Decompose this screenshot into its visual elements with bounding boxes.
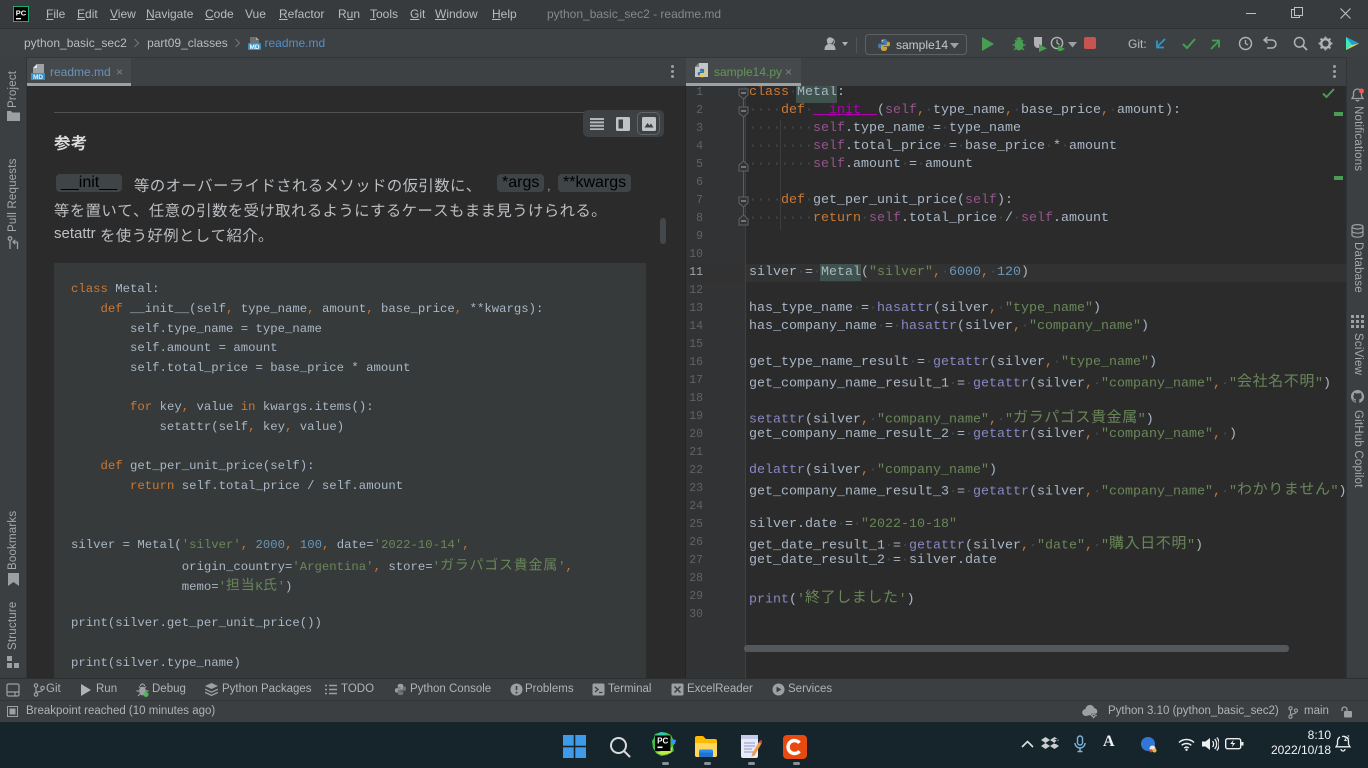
svg-text:PC: PC [657,737,668,746]
svg-text:MD: MD [250,44,260,50]
svg-text:PC: PC [16,9,27,18]
svg-text:z: z [1347,735,1350,741]
svg-text:MD: MD [33,74,43,80]
svg-text:z: z [1054,736,1059,746]
